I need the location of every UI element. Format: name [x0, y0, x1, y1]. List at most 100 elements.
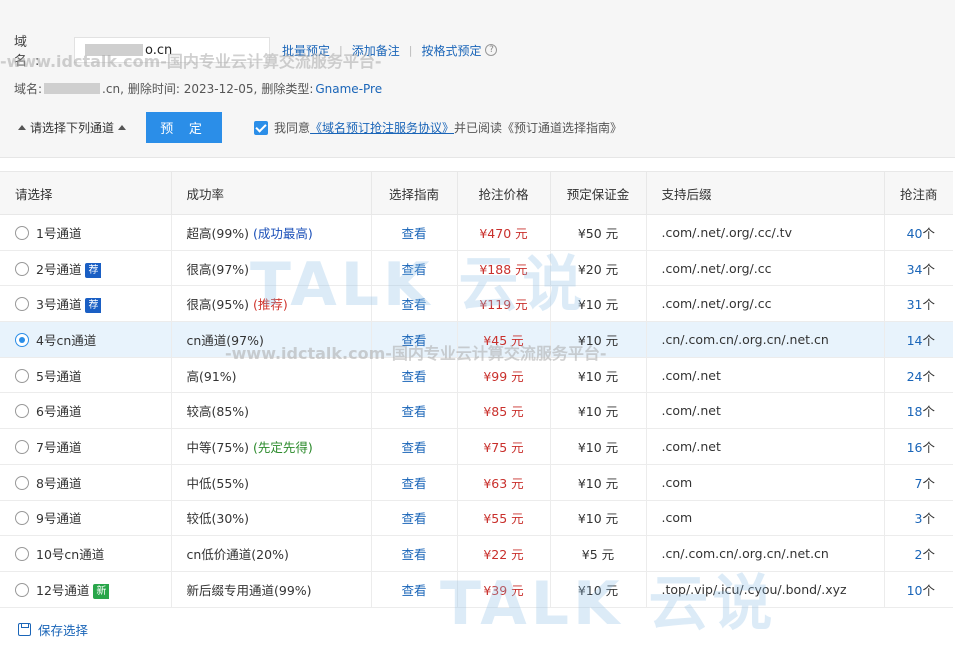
- table-row[interactable]: 7号通道 中等(75%) (先定先得) 查看 ¥75 元 ¥10 元 .com/.net 1…: [0, 428, 953, 465]
- header-guide: 选择指南: [371, 171, 458, 215]
- channel-cell[interactable]: 12号通道新: [0, 571, 172, 608]
- channel-cell[interactable]: 2号通道荐: [0, 250, 172, 287]
- price-cell: ¥39 元: [457, 571, 551, 608]
- registrar-count[interactable]: 40: [907, 226, 923, 241]
- deposit-cell: ¥10 元: [550, 428, 647, 465]
- channel-radio[interactable]: [15, 547, 29, 562]
- registrar-count[interactable]: 16: [907, 440, 923, 455]
- registrar-count[interactable]: 34: [907, 262, 923, 277]
- table-row[interactable]: 8号通道 中低(55%) 查看 ¥63 元 ¥10 元 .com 7个: [0, 464, 953, 501]
- deposit: ¥10 元: [577, 475, 619, 491]
- price: ¥45 元: [483, 332, 524, 348]
- book-button[interactable]: 预 定: [146, 112, 223, 143]
- batch-book-link[interactable]: 批量预定: [282, 42, 330, 59]
- guide-cell: 查看: [371, 428, 458, 465]
- channel-select-toggle[interactable]: 请选择下列通道: [14, 119, 130, 136]
- supported-suffixes: .com/.net: [661, 438, 721, 454]
- suffix-cell: .cn/.com.cn/.org.cn/.net.cn: [646, 321, 885, 358]
- table-row[interactable]: 12号通道新新后缀专用通道(99%) 查看 ¥39 元 ¥10 元 .top/.vip/…: [0, 571, 953, 608]
- domain-row: 域 名: o.cn 批量预定 | 添加备注 | 按格式预定 ?: [14, 35, 498, 69]
- view-guide-link[interactable]: 查看: [401, 547, 426, 562]
- registrar-cell: 40个: [884, 214, 953, 251]
- question-icon[interactable]: ?: [485, 44, 498, 56]
- success-rate: 高(91%): [186, 368, 237, 384]
- channel-radio[interactable]: [15, 332, 29, 347]
- view-guide-link[interactable]: 查看: [401, 440, 426, 455]
- channel-cell[interactable]: 5号通道: [0, 357, 172, 394]
- deposit: ¥5 元: [581, 547, 615, 563]
- registrar-count[interactable]: 24: [907, 369, 923, 384]
- registrar-unit: 个: [922, 261, 935, 277]
- channel-radio[interactable]: [15, 582, 29, 597]
- view-guide-link[interactable]: 查看: [401, 297, 426, 312]
- channel-radio[interactable]: [15, 261, 29, 276]
- channel-name: 2号通道: [36, 261, 82, 277]
- recommend-badge: 荐: [85, 298, 102, 314]
- price-cell: ¥45 元: [457, 321, 551, 358]
- channel-radio[interactable]: [15, 439, 29, 454]
- price: ¥75 元: [483, 439, 524, 455]
- view-guide-link[interactable]: 查看: [401, 404, 426, 419]
- table-row[interactable]: 2号通道荐很高(97%) 查看 ¥188 元 ¥20 元 .com/.net/.org/…: [0, 250, 953, 287]
- action-row: 请选择下列通道 预 定 我同意 《域名预订抢注服务协议》 并已阅读《预订通道选择…: [14, 112, 622, 143]
- view-guide-link[interactable]: 查看: [401, 226, 426, 241]
- registrar-cell: 3个: [884, 500, 953, 537]
- channel-radio[interactable]: [15, 475, 29, 490]
- view-guide-link[interactable]: 查看: [401, 262, 426, 277]
- rate-cell: 超高(99%) (成功最高): [171, 214, 372, 251]
- deposit-cell: ¥50 元: [550, 214, 647, 251]
- registrar-count[interactable]: 10: [907, 583, 923, 598]
- channel-cell[interactable]: 8号通道: [0, 464, 172, 501]
- channel-radio[interactable]: [15, 297, 29, 312]
- view-guide-link[interactable]: 查看: [401, 369, 426, 384]
- registrar-cell: 34个: [884, 250, 953, 287]
- format-book-link[interactable]: 按格式预定: [421, 42, 481, 59]
- channel-cell[interactable]: 9号通道: [0, 500, 172, 537]
- header-deposit: 预定保证金: [550, 171, 647, 215]
- guide-cell: 查看: [371, 250, 458, 287]
- save-icon: [18, 623, 31, 636]
- success-rate: cn低价通道(20%): [186, 547, 289, 563]
- add-note-link[interactable]: 添加备注: [352, 42, 400, 59]
- suffix-cell: .com/.net/.org/.cc: [646, 250, 885, 287]
- registrar-cell: 2个: [884, 535, 953, 572]
- channel-name: 9号通道: [36, 511, 82, 527]
- registrar-cell: 31个: [884, 285, 953, 323]
- table-row[interactable]: 4号cn通道 cn通道(97%) 查看 ¥45 元 ¥10 元 .cn/.com.cn/.…: [0, 321, 953, 358]
- channel-cell[interactable]: 6号通道: [0, 392, 172, 430]
- price-cell: ¥55 元: [457, 500, 551, 537]
- channel-radio[interactable]: [15, 404, 29, 419]
- agreement-link[interactable]: 《域名预订抢注服务协议》: [310, 119, 454, 136]
- deposit: ¥50 元: [577, 225, 619, 241]
- table-row[interactable]: 6号通道 较高(85%) 查看 ¥85 元 ¥10 元 .com/.net 18个: [0, 392, 953, 430]
- view-guide-link[interactable]: 查看: [401, 333, 426, 348]
- view-guide-link[interactable]: 查看: [401, 511, 426, 526]
- suffix-cell: .com: [646, 500, 885, 537]
- table-row[interactable]: 5号通道 高(91%) 查看 ¥99 元 ¥10 元 .com/.net 24个: [0, 357, 953, 394]
- deposit: ¥10 元: [577, 332, 619, 348]
- channel-radio[interactable]: [15, 225, 29, 240]
- rate-cell: cn低价通道(20%): [171, 535, 372, 572]
- channel-cell[interactable]: 3号通道荐: [0, 285, 172, 323]
- channel-cell[interactable]: 1号通道: [0, 214, 172, 251]
- channel-radio[interactable]: [15, 368, 29, 383]
- channel-cell[interactable]: 7号通道: [0, 428, 172, 465]
- registrar-count[interactable]: 18: [907, 404, 923, 419]
- table-row[interactable]: 10号cn通道 cn低价通道(20%) 查看 ¥22 元 ¥5 元 .cn/.com.cn…: [0, 535, 953, 572]
- view-guide-link[interactable]: 查看: [401, 476, 426, 491]
- agree-checkbox[interactable]: [254, 120, 269, 135]
- view-guide-link[interactable]: 查看: [401, 583, 426, 598]
- table-row[interactable]: 9号通道 较低(30%) 查看 ¥55 元 ¥10 元 .com 3个: [0, 500, 953, 537]
- channel-name: 7号通道: [36, 439, 82, 455]
- save-selection-button[interactable]: 保存选择: [18, 620, 88, 639]
- table-row[interactable]: 1号通道 超高(99%) (成功最高) 查看 ¥470 元 ¥50 元 .com/.net…: [0, 214, 953, 251]
- domain-value: o.cn: [145, 42, 173, 58]
- registrar-count[interactable]: 14: [907, 333, 923, 348]
- channel-cell[interactable]: 10号cn通道: [0, 535, 172, 572]
- table-row[interactable]: 3号通道荐很高(95%) (推荐) 查看 ¥119 元 ¥10 元 .com/.net/…: [0, 285, 953, 323]
- suffix-cell: .top/.vip/.icu/.cyou/.bond/.xyz: [646, 571, 885, 608]
- domain-input[interactable]: o.cn: [74, 37, 270, 63]
- channel-cell[interactable]: 4号cn通道: [0, 321, 172, 358]
- channel-radio[interactable]: [15, 511, 29, 526]
- registrar-count[interactable]: 31: [907, 297, 923, 312]
